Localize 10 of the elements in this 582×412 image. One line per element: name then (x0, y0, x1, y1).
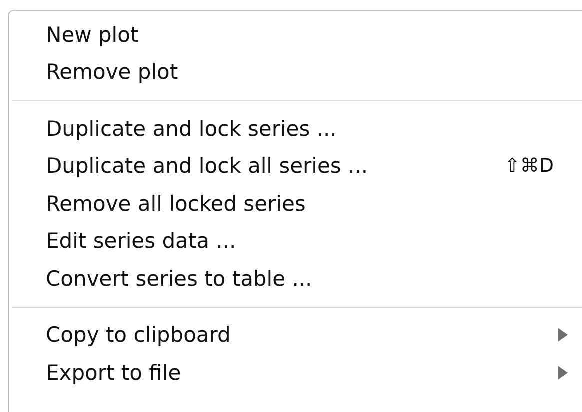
menu-item[interactable]: Copy to clipboard (9, 316, 582, 354)
menu-item[interactable]: Remove plot (9, 54, 582, 91)
menu-item[interactable]: Duplicate and lock all series ... ⇧⌘D (9, 148, 582, 185)
menu-item[interactable]: Export to file (9, 354, 582, 392)
keyboard-shortcut: ⇧⌘D (504, 155, 554, 178)
menu-item[interactable]: Edit series data ... (9, 222, 582, 260)
menu-item[interactable]: New plot (9, 16, 582, 54)
menu-item[interactable]: Convert series to table ... (9, 260, 582, 298)
menu-item[interactable]: Duplicate and lock series ... (9, 110, 582, 148)
menu-item[interactable]: Remove all locked series (9, 185, 582, 222)
